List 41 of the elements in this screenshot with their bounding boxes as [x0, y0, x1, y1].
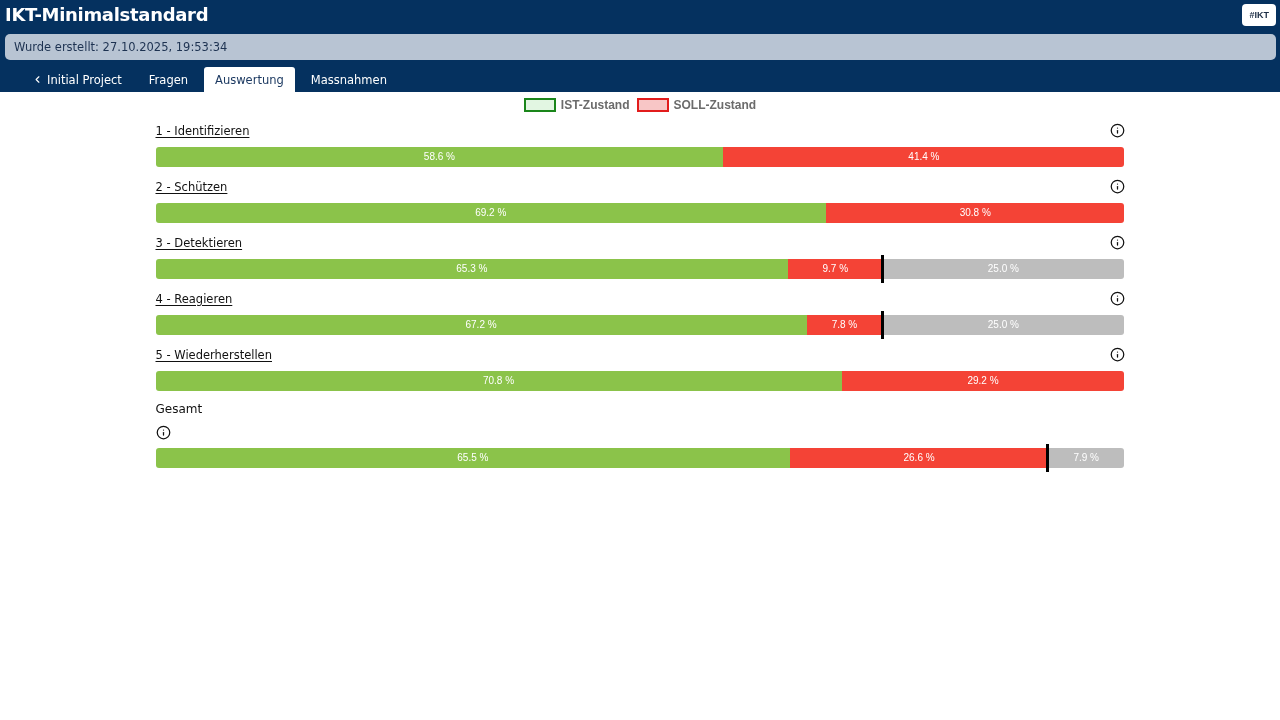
bar-segment: 25.0 % [882, 259, 1125, 279]
legend-label: IST-Zustand [560, 98, 630, 112]
bar-segment: 65.5 % [155, 448, 791, 468]
bar-segment: 25.0 % [882, 315, 1125, 335]
bar-segment: 7.9 % [1047, 448, 1125, 468]
bar-segment: 7.8 % [806, 315, 883, 335]
info-icon[interactable] [1109, 291, 1125, 306]
bar-segment: 70.8 % [155, 371, 842, 391]
tab[interactable]: Auswertung [204, 67, 295, 92]
bar-segment: 30.8 % [826, 203, 1125, 223]
section-link[interactable]: 1 - Identifizieren [155, 123, 250, 138]
bar-segment: 29.2 % [841, 371, 1125, 391]
bar-segment: 58.6 % [155, 147, 724, 167]
section-link[interactable]: 5 - Wiederherstellen [155, 347, 272, 362]
target-marker [880, 255, 884, 283]
section-link[interactable]: 3 - Detektieren [155, 235, 243, 250]
info-icon[interactable] [1109, 347, 1125, 362]
target-marker [880, 311, 884, 339]
tab[interactable]: Massnahmen [299, 67, 398, 92]
legend-swatch-icon [523, 98, 556, 112]
legend-label: SOLL-Zustand [673, 98, 757, 112]
created-info-bar: Wurde erstellt: 27.10.2025, 19:53:34 [5, 34, 1276, 60]
info-icon[interactable] [1109, 235, 1125, 250]
target-marker [1046, 444, 1050, 472]
bar-segment: 41.4 % [723, 147, 1125, 167]
tag-badge: #IKT [1242, 4, 1276, 26]
info-icon[interactable] [1109, 179, 1125, 194]
back-link[interactable]: Initial Project [21, 67, 133, 92]
legend-swatch-icon [636, 98, 669, 112]
info-icon[interactable] [155, 424, 171, 440]
section-title: Gesamt [155, 402, 203, 416]
bar-segment: 67.2 % [155, 315, 807, 335]
section-link[interactable]: 4 - Reagieren [155, 291, 233, 306]
bar-segment: 9.7 % [788, 259, 883, 279]
bar-segment: 26.6 % [790, 448, 1048, 468]
tab[interactable]: Fragen [137, 67, 200, 92]
bar-segment: 65.3 % [155, 259, 789, 279]
section-link[interactable]: 2 - Schützen [155, 179, 228, 194]
bar-segment: 69.2 % [155, 203, 827, 223]
info-icon[interactable] [1109, 123, 1125, 138]
page-title: IKT-Minimalstandard [5, 3, 209, 27]
